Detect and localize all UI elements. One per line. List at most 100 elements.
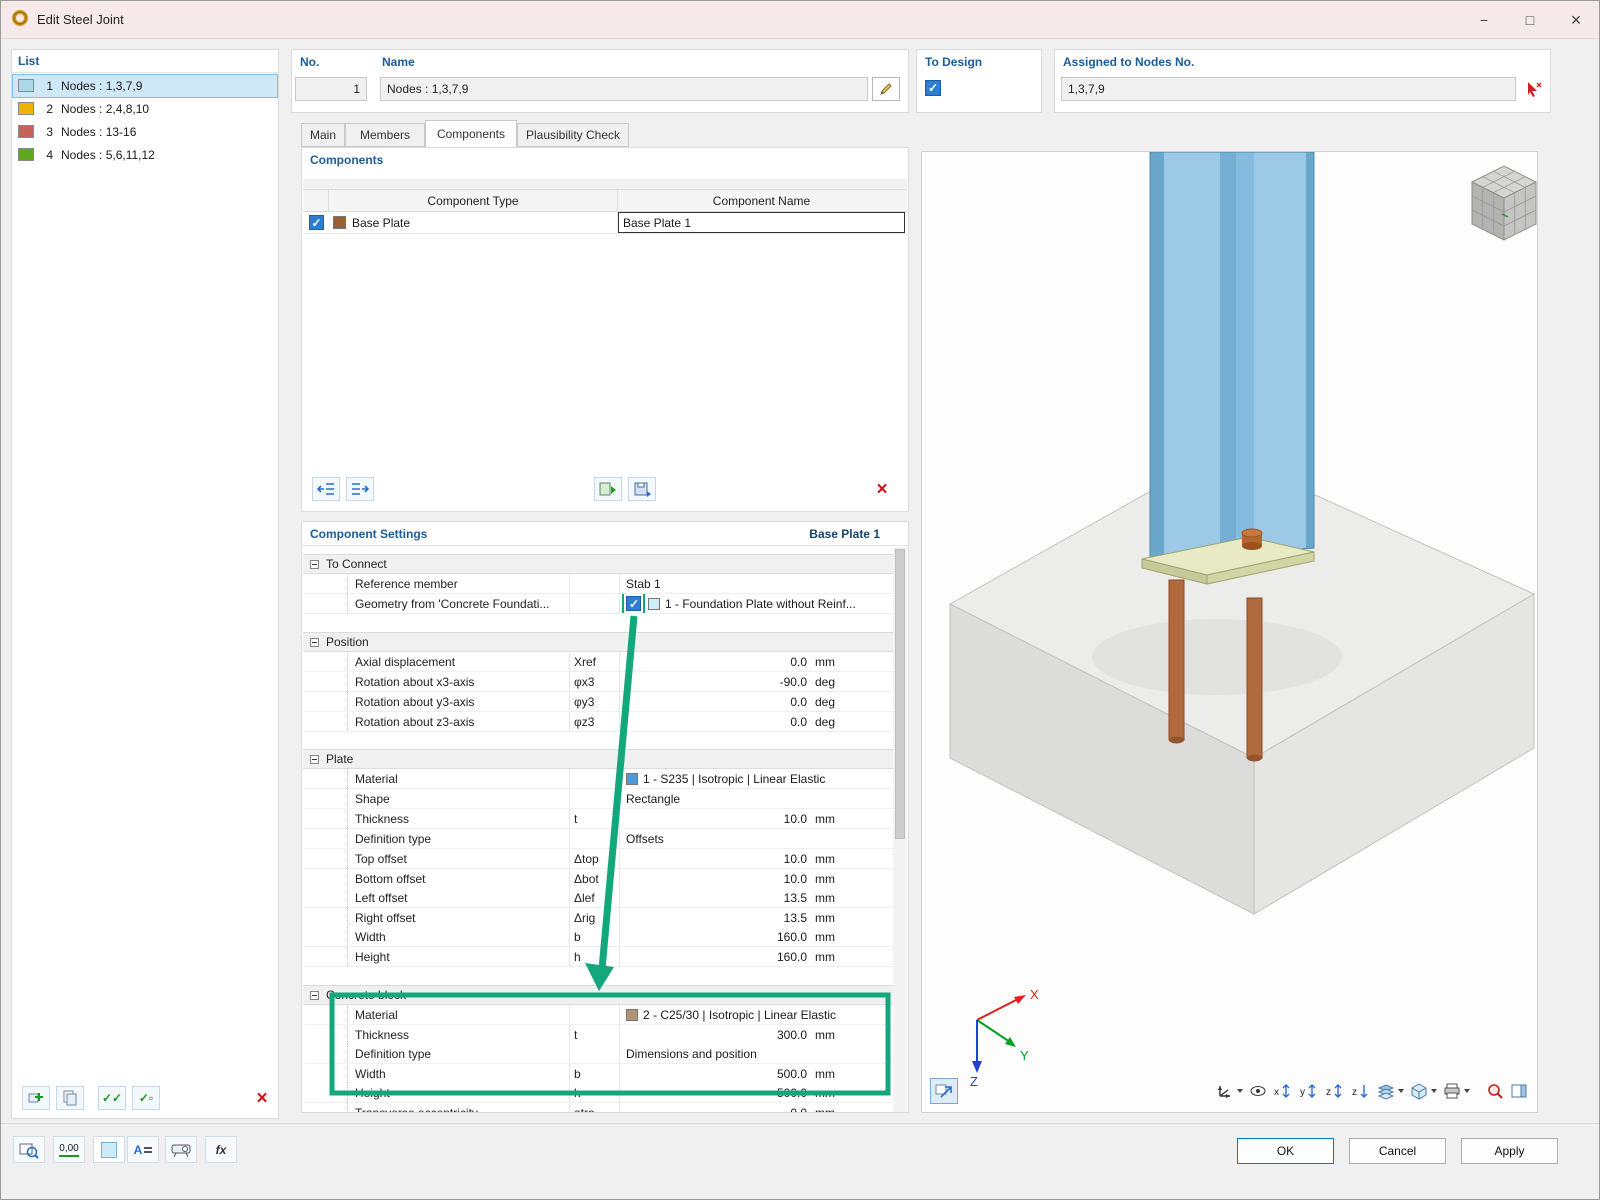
row-rotation-x3[interactable]: Rotation about x3-axis φx3 -90.0 deg	[303, 672, 893, 692]
row-value[interactable]: Stab 1	[620, 574, 893, 593]
formula-button[interactable]: fx	[205, 1136, 237, 1163]
apply-button[interactable]: Apply	[1461, 1138, 1558, 1164]
new-joint-button[interactable]	[22, 1086, 50, 1110]
list-item-2[interactable]: 2 Nodes : 2,4,8,10	[13, 98, 277, 120]
row-value[interactable]: 10.0	[620, 849, 810, 868]
row-value[interactable]: 10.0	[620, 869, 810, 888]
decimal-places-button[interactable]: 0,00	[53, 1136, 85, 1163]
zoom-select-button[interactable]	[1483, 1079, 1507, 1103]
row-value[interactable]: 13.5	[620, 888, 810, 907]
zoom-z-button[interactable]: z	[1322, 1079, 1348, 1103]
navigation-cube[interactable]	[1470, 165, 1537, 241]
row-concrete-height[interactable]: Height h 500.0 mm	[303, 1083, 893, 1103]
display-layers-button[interactable]	[1374, 1079, 1407, 1103]
zoom-x-button[interactable]: x	[1270, 1079, 1296, 1103]
delete-joint-button[interactable]: ×	[248, 1086, 276, 1110]
name-input[interactable]	[380, 77, 868, 101]
row-value[interactable]: 1 - Foundation Plate without Reinf...	[665, 597, 856, 611]
select-nodes-button[interactable]	[1521, 77, 1547, 101]
group-concrete-block[interactable]: Concrete block	[303, 985, 893, 1005]
geometry-foundation-checkbox[interactable]	[622, 594, 645, 613]
row-plate-width[interactable]: Width b 160.0 mm	[303, 927, 893, 947]
row-value[interactable]: 160.0	[620, 927, 810, 946]
tab-main[interactable]: Main	[301, 123, 345, 147]
row-plate-shape[interactable]: Shape Rectangle	[303, 789, 893, 809]
export-component-button[interactable]	[346, 477, 374, 501]
row-geometry-from-foundation[interactable]: Geometry from 'Concrete Foundati... 1 - …	[303, 594, 893, 614]
row-transverse-eccentricity[interactable]: Transverse eccentricity etra 0.0 mm	[303, 1103, 893, 1113]
close-button[interactable]: ×	[1553, 1, 1599, 39]
collapse-icon[interactable]	[310, 754, 319, 764]
tab-plausibility-check[interactable]: Plausibility Check	[517, 123, 629, 147]
save-component-button[interactable]	[628, 477, 656, 501]
zoom-z-alt-button[interactable]: z	[1348, 1079, 1374, 1103]
collapse-icon[interactable]	[310, 637, 319, 647]
assigned-nodes-input[interactable]	[1061, 77, 1516, 101]
row-concrete-width[interactable]: Width b 500.0 mm	[303, 1064, 893, 1084]
viewport-3d-scene[interactable]: X Y Z	[922, 152, 1537, 1112]
ok-button[interactable]: OK	[1237, 1138, 1334, 1164]
scrollbar-thumb[interactable]	[895, 549, 905, 839]
row-rotation-z3[interactable]: Rotation about z3-axis φz3 0.0 deg	[303, 712, 893, 732]
list-item-4[interactable]: 4 Nodes : 5,6,11,12	[13, 144, 277, 166]
row-value[interactable]: 500.0	[620, 1083, 810, 1102]
row-value[interactable]: 10.0	[620, 809, 810, 828]
tab-members[interactable]: Members	[345, 123, 425, 147]
color-settings-button[interactable]	[93, 1136, 125, 1163]
list-item-3[interactable]: 3 Nodes : 13-16	[13, 121, 277, 143]
row-concrete-definition-type[interactable]: Definition type Dimensions and position	[303, 1044, 893, 1064]
print-button[interactable]	[1440, 1079, 1473, 1103]
row-right-offset[interactable]: Right offset Δrig 13.5 mm	[303, 908, 893, 928]
settings-scrollbar[interactable]	[893, 547, 907, 1112]
row-value[interactable]: 0.0	[620, 712, 810, 731]
font-settings-button[interactable]: A	[127, 1136, 159, 1163]
row-value[interactable]: 0.0	[620, 652, 810, 671]
list-item-1[interactable]: 1 Nodes : 1,3,7,9	[12, 74, 278, 98]
collapse-icon[interactable]	[310, 559, 319, 569]
row-value[interactable]: 0.0	[620, 1103, 810, 1113]
row-axial-displacement[interactable]: Axial displacement Xref 0.0 mm	[303, 652, 893, 672]
cancel-button[interactable]: Cancel	[1349, 1138, 1446, 1164]
display-settings-button[interactable]	[165, 1136, 197, 1163]
tab-components[interactable]: Components	[425, 120, 517, 147]
coordinate-system-button[interactable]	[1213, 1079, 1246, 1103]
group-to-connect[interactable]: To Connect	[303, 554, 893, 574]
import-component-button[interactable]	[312, 477, 340, 501]
row-value[interactable]: Dimensions and position	[620, 1044, 893, 1063]
row-value[interactable]: 13.5	[620, 908, 810, 927]
minimize-button[interactable]: −	[1461, 1, 1507, 39]
group-plate[interactable]: Plate	[303, 749, 893, 769]
collapse-icon[interactable]	[310, 990, 319, 1000]
row-plate-height[interactable]: Height h 160.0 mm	[303, 947, 893, 967]
row-value[interactable]: 300.0	[620, 1025, 810, 1044]
titlebar[interactable]: Edit Steel Joint − □ ×	[1, 1, 1599, 39]
row-value[interactable]: -90.0	[620, 672, 810, 691]
copy-component-button[interactable]	[594, 477, 622, 501]
row-value[interactable]: 2 - C25/30 | Isotropic | Linear Elastic	[643, 1008, 836, 1022]
row-value[interactable]: 0.0	[620, 692, 810, 711]
view-options-button[interactable]	[1246, 1079, 1270, 1103]
copy-joint-button[interactable]	[56, 1086, 84, 1110]
check-all-button[interactable]: ✓✓	[98, 1086, 126, 1110]
component-name-cell[interactable]: Base Plate 1	[618, 212, 905, 233]
row-value[interactable]: Offsets	[620, 829, 893, 848]
row-plate-material[interactable]: Material 1 - S235 | Isotropic | Linear E…	[303, 769, 893, 789]
component-row-checkbox[interactable]	[308, 215, 324, 230]
row-value[interactable]: 160.0	[620, 947, 810, 966]
edit-name-button[interactable]	[872, 77, 900, 101]
render-mode-button[interactable]	[1407, 1079, 1440, 1103]
row-reference-member[interactable]: Reference member Stab 1	[303, 574, 893, 594]
component-row[interactable]: Base Plate Base Plate 1	[303, 212, 907, 234]
delete-component-button[interactable]: ×	[868, 477, 896, 501]
row-plate-thickness[interactable]: Thickness t 10.0 mm	[303, 809, 893, 829]
to-design-checkbox[interactable]	[925, 80, 941, 96]
row-concrete-material[interactable]: Material 2 - C25/30 | Isotropic | Linear…	[303, 1005, 893, 1025]
group-position[interactable]: Position	[303, 632, 893, 652]
zoom-y-button[interactable]: y	[1296, 1079, 1322, 1103]
row-value[interactable]: Rectangle	[620, 789, 893, 808]
row-left-offset[interactable]: Left offset Δlef 13.5 mm	[303, 888, 893, 908]
row-rotation-y3[interactable]: Rotation about y3-axis φy3 0.0 deg	[303, 692, 893, 712]
maximize-button[interactable]: □	[1507, 1, 1553, 39]
viewport-3d[interactable]: X Y Z x y z z	[921, 151, 1538, 1113]
check-selected-button[interactable]: ✓▫	[132, 1086, 160, 1110]
